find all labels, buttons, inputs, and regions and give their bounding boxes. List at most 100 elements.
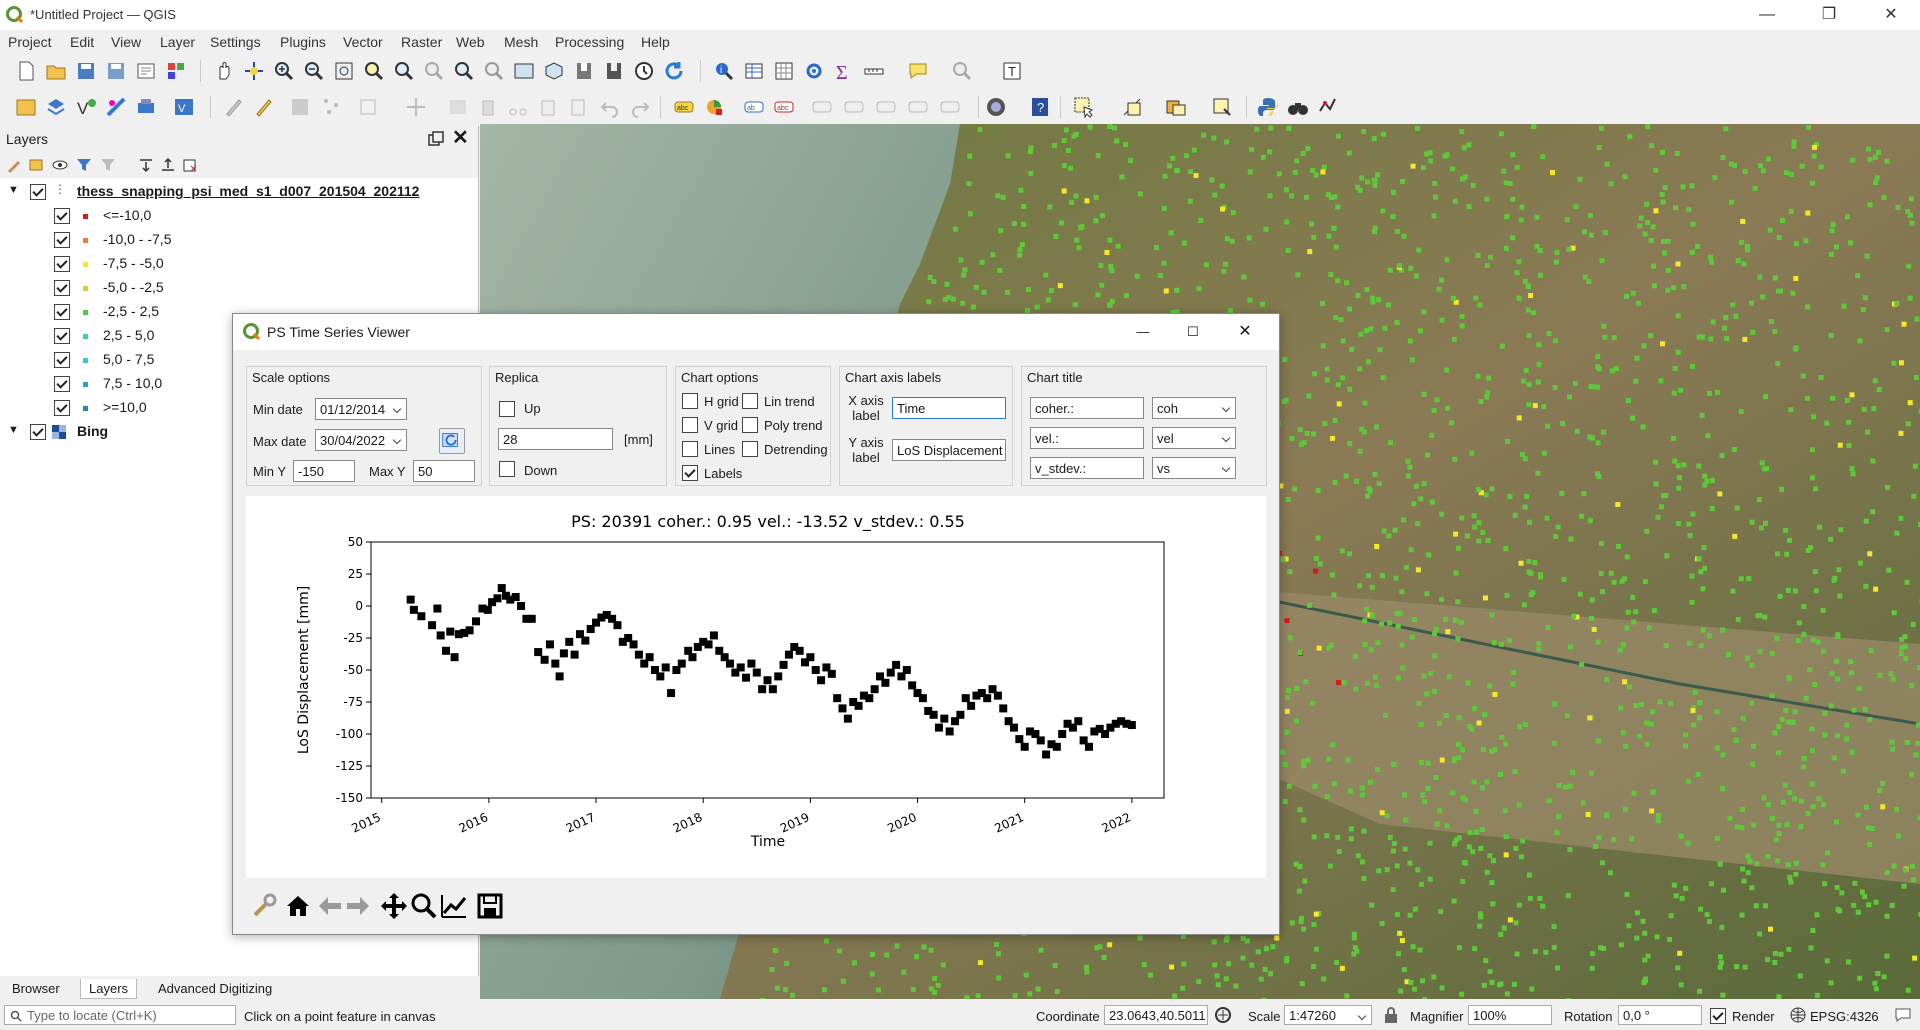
ps-point[interactable] — [1408, 979, 1414, 985]
move-label-icon[interactable] — [842, 95, 866, 119]
ps-point[interactable] — [1881, 974, 1887, 980]
ps-point[interactable] — [1263, 226, 1269, 232]
ps-point[interactable] — [1849, 670, 1855, 676]
ps-point[interactable] — [1045, 297, 1051, 303]
ps-point[interactable] — [1751, 822, 1757, 828]
ps-point[interactable] — [1837, 593, 1843, 599]
data-point[interactable] — [892, 660, 901, 669]
ps-point[interactable] — [1446, 674, 1452, 680]
ps-point[interactable] — [1623, 743, 1629, 749]
ps-point[interactable] — [1644, 720, 1650, 726]
ps-point[interactable] — [1634, 910, 1640, 916]
ps-point[interactable] — [1870, 509, 1876, 515]
ps-point[interactable] — [1128, 158, 1134, 164]
menu-project[interactable]: Project — [8, 34, 52, 50]
undo-icon[interactable] — [598, 95, 622, 119]
ps-point[interactable] — [1285, 497, 1291, 503]
ps-point[interactable] — [1551, 924, 1557, 930]
ps-point[interactable] — [1476, 720, 1482, 726]
ps-point[interactable] — [1671, 882, 1677, 888]
ps-point[interactable] — [1300, 150, 1306, 156]
ps-point[interactable] — [1261, 997, 1267, 999]
ps-point[interactable] — [1336, 680, 1342, 686]
ps-point[interactable] — [1759, 460, 1765, 466]
ps-point[interactable] — [1061, 188, 1067, 194]
subplots-icon[interactable] — [439, 891, 469, 921]
ps-point[interactable] — [1444, 367, 1450, 373]
ps-point[interactable] — [1889, 903, 1895, 909]
ps-point[interactable] — [1482, 595, 1488, 601]
ps-point[interactable] — [1913, 752, 1919, 758]
ps-point[interactable] — [1399, 642, 1405, 648]
ps-point[interactable] — [1198, 218, 1204, 224]
ps-point[interactable] — [1223, 937, 1229, 943]
ps-point[interactable] — [1690, 221, 1696, 227]
ps-point[interactable] — [1518, 217, 1524, 223]
ps-point[interactable] — [1420, 165, 1426, 171]
ps-point[interactable] — [1331, 592, 1337, 598]
ps-point[interactable] — [772, 948, 778, 954]
ps-point[interactable] — [1351, 935, 1357, 941]
ps-point[interactable] — [1027, 991, 1033, 997]
ps-point[interactable] — [1787, 789, 1793, 795]
ps-point[interactable] — [1352, 945, 1358, 951]
ps-point[interactable] — [1524, 493, 1530, 499]
ps-point[interactable] — [1540, 903, 1546, 909]
ps-point[interactable] — [1061, 163, 1067, 169]
ps-point[interactable] — [1418, 881, 1424, 887]
ps-point[interactable] — [1498, 771, 1504, 777]
ps-point[interactable] — [1855, 812, 1861, 818]
ps-point[interactable] — [1600, 588, 1606, 594]
ps-point[interactable] — [1640, 918, 1646, 924]
ps-point[interactable] — [1413, 273, 1419, 279]
menu-web[interactable]: Web — [456, 34, 485, 50]
ps-point[interactable] — [1249, 147, 1255, 153]
class-checkbox[interactable] — [54, 208, 70, 224]
ps-point[interactable] — [1586, 278, 1592, 284]
hgrid-checkbox[interactable] — [682, 393, 698, 409]
ps-point[interactable] — [1884, 327, 1890, 333]
data-point[interactable] — [902, 666, 911, 674]
ps-point[interactable] — [1714, 709, 1720, 715]
ps-point[interactable] — [1862, 295, 1868, 301]
ps-point[interactable] — [1708, 881, 1714, 887]
ps-point[interactable] — [1698, 643, 1704, 649]
ps-point[interactable] — [1108, 263, 1114, 269]
ps-point[interactable] — [1504, 438, 1510, 444]
ps-point[interactable] — [1696, 556, 1702, 562]
ps-point[interactable] — [1395, 623, 1401, 629]
zoom-native-icon[interactable] — [422, 59, 446, 83]
ps-point[interactable] — [1284, 219, 1290, 225]
ps-point[interactable] — [1567, 783, 1573, 789]
ps-point[interactable] — [1181, 961, 1187, 967]
ps-point[interactable] — [1304, 430, 1310, 436]
ps-point[interactable] — [1671, 390, 1677, 396]
ps-point[interactable] — [1701, 544, 1707, 550]
ps-point[interactable] — [1901, 321, 1907, 327]
data-point[interactable] — [758, 685, 767, 694]
ps-point[interactable] — [1338, 317, 1344, 323]
ps-point[interactable] — [1215, 982, 1221, 988]
ps-point[interactable] — [1660, 149, 1666, 155]
ps-point[interactable] — [1888, 671, 1894, 677]
ps-point[interactable] — [1909, 683, 1915, 689]
ps-point[interactable] — [1339, 965, 1345, 971]
data-point[interactable] — [517, 602, 526, 610]
ps-point[interactable] — [1260, 154, 1266, 160]
data-point[interactable] — [656, 672, 665, 681]
ps-point[interactable] — [1311, 921, 1317, 927]
ps-point[interactable] — [1775, 361, 1781, 367]
ps-point[interactable] — [1478, 845, 1484, 851]
ps-point[interactable] — [1451, 336, 1457, 342]
ps-point[interactable] — [1653, 167, 1659, 173]
ps-point[interactable] — [1412, 986, 1418, 992]
ps-point[interactable] — [1895, 833, 1901, 839]
ps-point[interactable] — [1642, 930, 1648, 936]
ps-point[interactable] — [1687, 640, 1693, 646]
ps-point[interactable] — [1387, 620, 1393, 626]
ps-point[interactable] — [1792, 346, 1798, 352]
ps-point[interactable] — [1595, 354, 1601, 360]
ps-point[interactable] — [1362, 642, 1368, 648]
ps-point[interactable] — [1689, 573, 1695, 579]
data-point[interactable] — [865, 694, 874, 703]
